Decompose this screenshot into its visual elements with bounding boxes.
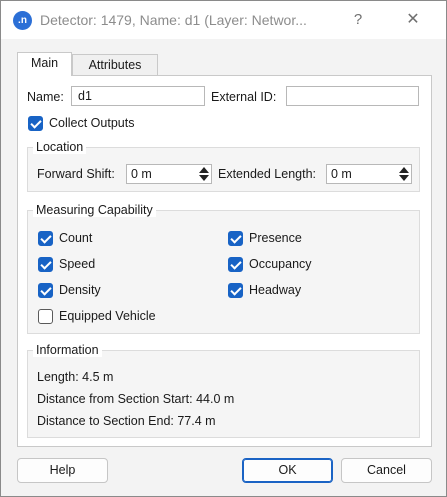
title-bar: .n Detector: 1479, Name: d1 (Layer: Netw… [1,1,446,39]
headway-label: Headway [249,283,302,297]
count-label: Count [59,231,93,245]
main-tab-panel: Name: External ID: Collect Outputs Locat… [17,75,432,447]
density-label: Density [59,283,101,297]
ok-button[interactable]: OK [242,458,333,483]
extended-length-down-icon[interactable] [398,174,410,182]
window-title: Detector: 1479, Name: d1 (Layer: Networ.… [40,12,307,28]
measuring-capability-title: Measuring Capability [33,203,156,217]
extended-length-label: Extended Length: [218,167,316,181]
cancel-button[interactable]: Cancel [341,458,432,483]
extended-length-spinbox[interactable]: 0 m [326,164,412,184]
speed-checkbox[interactable] [38,257,53,272]
location-group: Location Forward Shift: 0 m Extended Len… [27,140,420,192]
presence-label: Presence [249,231,302,245]
distance-from-start-text: Distance from Section Start: 44.0 m [37,392,235,406]
occupancy-label: Occupancy [249,257,312,271]
information-title: Information [33,343,102,357]
equipped-vehicle-checkbox[interactable] [38,309,53,324]
forward-shift-value[interactable]: 0 m [127,165,197,183]
help-icon[interactable]: ? [347,7,369,33]
location-group-title: Location [33,140,87,154]
tab-attributes[interactable]: Attributes [72,54,158,76]
presence-checkbox[interactable] [228,231,243,246]
detector-dialog: .n Detector: 1479, Name: d1 (Layer: Netw… [0,0,447,497]
app-icon: .n [13,11,32,30]
forward-shift-label: Forward Shift: [37,167,115,181]
forward-shift-spinbox[interactable]: 0 m [126,164,212,184]
information-group: Information Length: 4.5 m Distance from … [27,343,420,438]
collect-outputs-label: Collect Outputs [49,116,135,130]
extended-length-up-icon[interactable] [398,166,410,174]
measuring-capability-group: Measuring Capability Count Speed Density… [27,203,420,334]
density-checkbox[interactable] [38,283,53,298]
external-id-input[interactable] [286,86,419,106]
distance-to-end-text: Distance to Section End: 77.4 m [37,414,216,428]
forward-shift-up-icon[interactable] [198,166,210,174]
occupancy-checkbox[interactable] [228,257,243,272]
headway-checkbox[interactable] [228,283,243,298]
speed-label: Speed [59,257,96,271]
collect-outputs-checkbox[interactable] [28,116,43,131]
name-input[interactable] [71,86,205,106]
extended-length-value[interactable]: 0 m [327,165,397,183]
help-button[interactable]: Help [17,458,108,483]
name-label: Name: [27,90,64,104]
external-id-label: External ID: [211,90,277,104]
equipped-vehicle-label: Equipped Vehicle [59,309,156,323]
forward-shift-down-icon[interactable] [198,174,210,182]
close-icon[interactable]: ✕ [400,7,426,33]
length-text: Length: 4.5 m [37,370,114,384]
tab-main[interactable]: Main [17,52,72,76]
count-checkbox[interactable] [38,231,53,246]
